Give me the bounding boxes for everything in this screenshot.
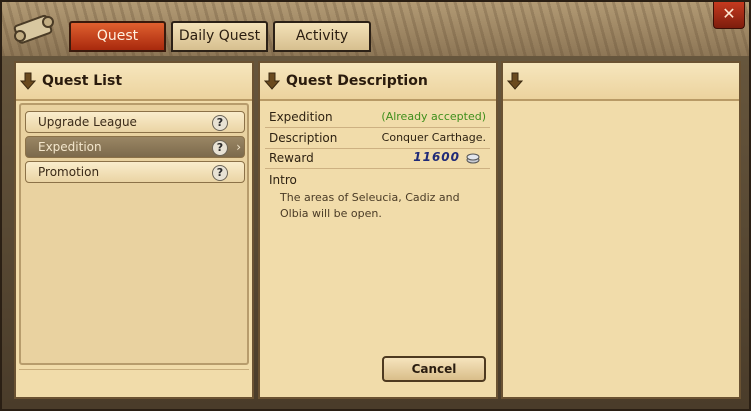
intro-text: The areas of Seleucia, Cadiz and Olbia w… (280, 191, 460, 220)
quest-list-panel: Quest List Upgrade League ? Expedition ?… (14, 61, 254, 399)
reward-panel (501, 61, 741, 399)
close-button[interactable]: ✕ (713, 2, 745, 29)
list-item-upgrade-league[interactable]: Upgrade League ? (25, 111, 245, 133)
quest-window: Quest Daily Quest Activity ✕ Quest List … (0, 0, 751, 411)
tab-activity[interactable]: Activity (273, 21, 371, 52)
list-footer (19, 369, 249, 396)
question-icon: ? (212, 115, 228, 131)
reward-label: Reward (269, 151, 314, 165)
tab-quest[interactable]: Quest (69, 21, 166, 52)
quest-description-panel: Quest Description Expedition (Already ac… (258, 61, 498, 399)
quest-list: Upgrade League ? Expedition ? › Promotio… (19, 103, 249, 365)
list-item-expedition[interactable]: Expedition ? › (25, 136, 245, 158)
list-item-label: Upgrade League (38, 115, 137, 129)
reward-panel-header (503, 63, 739, 101)
quest-description-title: Quest Description (286, 73, 428, 89)
quest-list-header: Quest List (16, 63, 252, 101)
quest-status: (Already accepted) (381, 110, 486, 123)
down-arrow-icon (507, 72, 523, 90)
description-label: Description (269, 131, 338, 145)
title-bar: Quest Daily Quest Activity ✕ (2, 2, 749, 56)
down-arrow-icon (20, 72, 36, 90)
reward-row: Reward 11600 (265, 148, 490, 169)
down-arrow-icon (264, 72, 280, 90)
description-value: Conquer Carthage. (381, 131, 486, 144)
tab-daily-quest[interactable]: Daily Quest (171, 21, 268, 52)
quest-list-title: Quest List (42, 73, 123, 89)
silver-coin-icon (466, 153, 480, 164)
intro-label: Intro (269, 173, 297, 187)
question-icon: ? (212, 165, 228, 181)
tab-bar: Quest Daily Quest Activity (69, 21, 371, 53)
quest-description-header: Quest Description (260, 63, 496, 101)
list-item-promotion[interactable]: Promotion ? (25, 161, 245, 183)
question-icon: ? (212, 140, 228, 156)
close-icon: ✕ (722, 4, 736, 23)
description-row: Description Conquer Carthage. (265, 128, 490, 149)
list-item-label: Expedition (38, 140, 102, 154)
list-item-label: Promotion (38, 165, 100, 179)
scroll-icon (13, 14, 54, 44)
quest-name-row: Expedition (Already accepted) (265, 107, 490, 128)
chevron-right-icon: › (236, 140, 241, 154)
reward-value: 11600 (413, 150, 460, 164)
cancel-button[interactable]: Cancel (382, 356, 486, 382)
quest-name: Expedition (269, 110, 333, 124)
